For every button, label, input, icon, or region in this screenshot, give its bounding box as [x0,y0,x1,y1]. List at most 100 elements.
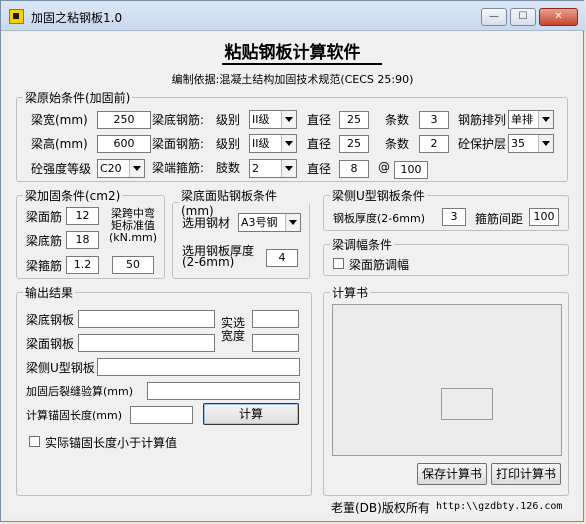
report-legend: 计算书 [332,286,369,300]
maximize-button[interactable]: ☐ [510,8,536,26]
top-dia-input[interactable]: 25 [339,135,369,153]
bottom-grade-label: 级别 [216,113,241,127]
beam-width-input[interactable]: 250 [97,111,151,129]
bottom-count-label: 条数 [385,113,410,127]
bottom-grade-select[interactable]: II级 [249,110,297,129]
minimize-button[interactable]: — [481,8,507,26]
chevron-down-icon [538,135,553,152]
basis-text: 编制依据:混凝土结构加固技术规范(CECS 25:90) [171,73,414,86]
chevron-down-icon [281,111,296,128]
chevron-down-icon [538,111,553,128]
bottom-count-input[interactable]: 3 [419,111,449,129]
concrete-grade-select[interactable]: C20 [97,159,145,178]
out-bottom-plate-field[interactable] [78,310,215,328]
legs-value: 2 [252,162,259,175]
beam-height-label: 梁高(mm) [31,137,88,151]
plate-thickness-input[interactable]: 4 [266,249,298,267]
reinf-stirrup-label: 梁箍筋 [26,259,63,273]
out-crack-field[interactable] [147,382,300,400]
legs-select[interactable]: 2 [249,159,297,178]
output-legend: 输出结果 [25,286,74,300]
moment-label: 梁跨中弯矩标准值(kN.mm) [108,207,158,244]
anchor-checkbox[interactable] [29,436,40,447]
top-rebar-label: 梁面钢筋: [152,137,205,151]
title-underline [222,63,382,65]
steel-type-value: A3号钢 [241,216,278,229]
chevron-down-icon [129,160,144,177]
beam-width-label: 梁宽(mm) [31,113,88,127]
out-crack-label: 加固后裂缝验算(mm) [26,385,134,398]
reinf-bottom-label: 梁底筋 [26,234,63,248]
client-area: 粘贴钢板计算软件 编制依据:混凝土结构加固技术规范(CECS 25:90) 梁原… [9,31,576,515]
beam-original-legend: 梁原始条件(加固前) [25,91,131,105]
out-bottom-plate-label: 梁底钢板 [26,313,75,327]
moment-input[interactable]: 50 [112,256,154,274]
bottom-dia-input[interactable]: 25 [339,111,369,129]
adjust-legend: 梁调幅条件 [332,238,393,252]
at-label: @ [378,160,390,174]
website-link[interactable]: http:\\gzdbty.126.com [436,501,562,512]
rebar-arrange-label: 钢筋排列 [458,113,507,127]
concrete-grade-value: C20 [100,162,122,175]
out-width-label: 实选宽度 [221,316,246,343]
steel-type-select[interactable]: A3号钢 [238,213,301,232]
reinf-bottom-input[interactable]: 18 [66,231,99,249]
app-icon [9,9,24,24]
beam-height-input[interactable]: 600 [97,135,151,153]
rebar-arrange-value: 单排 [511,113,533,126]
out-u-plate-field[interactable] [97,358,300,376]
u-stirrup-spacing-label: 箍筋间距 [475,212,524,226]
top-grade-select[interactable]: II级 [249,134,297,153]
top-dia-label: 直径 [307,137,332,151]
u-plate-legend: 梁侧U型钢板条件 [332,189,425,203]
u-stirrup-spacing-input[interactable]: 100 [529,208,559,226]
chevron-down-icon [281,135,296,152]
chevron-down-icon [281,160,296,177]
app-window: 加固之粘钢板1.0 — ☐ ✕ 粘贴钢板计算软件 编制依据:混凝土结构加固技术规… [0,0,585,522]
out-anchor-field[interactable] [130,406,193,424]
cover-select[interactable]: 35 [508,134,554,153]
out-u-plate-label: 梁侧U型钢板 [26,361,95,375]
stirrup-dia-label: 直径 [307,162,332,176]
out-width-field-1[interactable] [252,310,299,328]
stirrup-label: 梁端箍筋: [152,161,205,175]
rebar-arrange-select[interactable]: 单排 [508,110,554,129]
bottom-dia-label: 直径 [307,113,332,127]
stirrup-dia-input[interactable]: 8 [339,160,369,178]
title-bar: 加固之粘钢板1.0 — ☐ ✕ [1,1,585,31]
out-top-plate-field[interactable] [78,334,215,352]
stirrup-spacing-input[interactable]: 100 [394,161,428,179]
adjust-check-label: 梁面筋调幅 [349,258,410,272]
u-plate-thickness-label: 钢板厚度(2-6mm) [333,212,425,225]
legs-label: 肢数 [216,161,241,175]
top-count-label: 条数 [385,137,410,151]
bottom-rebar-label: 梁底钢筋: [152,113,205,127]
chevron-down-icon [285,214,300,231]
reinf-top-input[interactable]: 12 [66,207,99,225]
calculate-button[interactable]: 计算 [203,403,299,425]
close-button[interactable]: ✕ [539,8,578,26]
report-placeholder-box [441,388,493,420]
bottom-grade-value: II级 [252,113,270,126]
report-text-area[interactable] [332,304,562,456]
out-anchor-label: 计算锚固长度(mm) [26,409,123,422]
top-grade-label: 级别 [216,137,241,151]
top-count-input[interactable]: 2 [419,135,449,153]
print-report-button[interactable]: 打印计算书 [491,463,561,485]
reinf-stirrup-input[interactable]: 1.2 [66,256,99,274]
out-width-field-2[interactable] [252,334,299,352]
page-title: 粘贴钢板计算软件 [224,43,361,63]
concrete-grade-label: 砼强度等级 [31,162,92,176]
save-report-button[interactable]: 保存计算书 [417,463,487,485]
copyright-text: 老董(DB)版权所有 [331,501,430,515]
reinforce-legend: 梁加固条件(cm2) [25,189,121,203]
anchor-check-label: 实际锚固长度小于计算值 [45,436,178,450]
window-title: 加固之粘钢板1.0 [31,11,123,25]
u-plate-thickness-input[interactable]: 3 [442,208,466,226]
adjust-checkbox[interactable] [333,258,344,269]
out-top-plate-label: 梁面钢板 [26,337,75,351]
cover-label: 砼保护层 [458,137,507,151]
steel-type-label: 选用钢材 [182,216,231,230]
top-grade-value: II级 [252,137,270,150]
plate-thickness-label: 选用钢板厚度(2-6mm) [182,244,255,269]
